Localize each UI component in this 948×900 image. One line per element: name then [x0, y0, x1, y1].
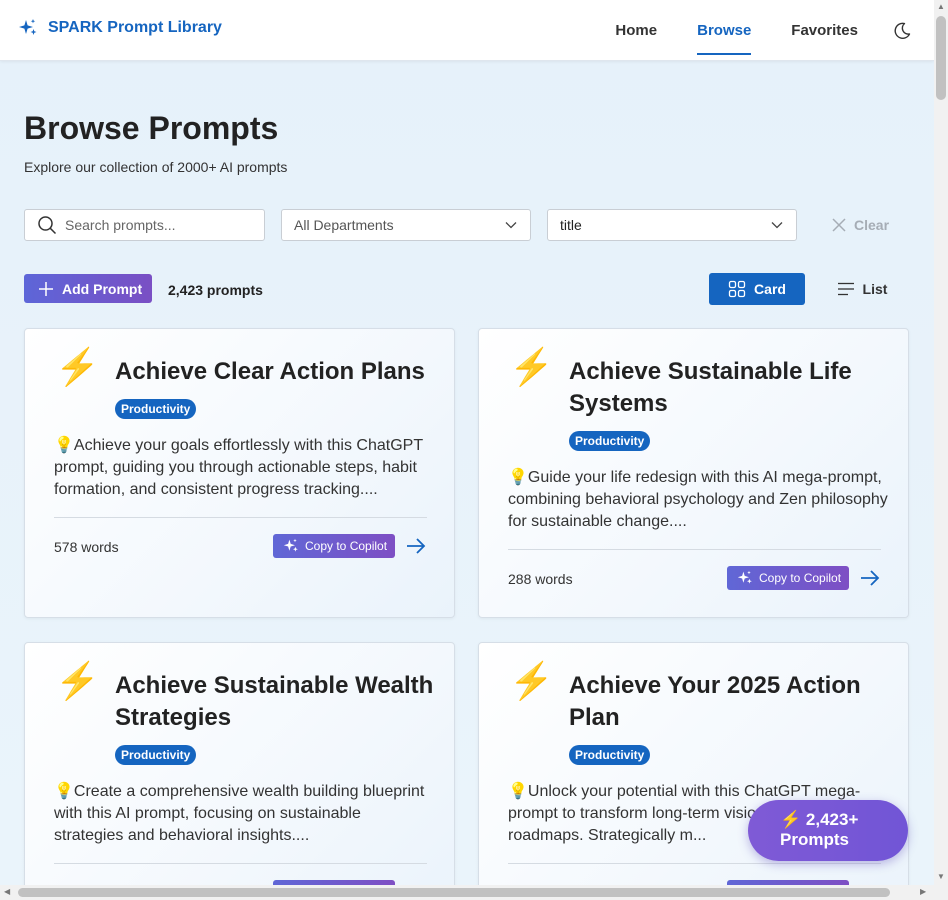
page-subtitle: Explore our collection of 2000+ AI promp…: [24, 159, 288, 175]
category-badge: Productivity: [115, 745, 197, 765]
brand-name: SPARK Prompt Library: [48, 19, 222, 36]
search-field[interactable]: [24, 209, 265, 241]
moon-icon[interactable]: [892, 21, 912, 41]
nav-favorites[interactable]: Favorites: [791, 0, 858, 61]
add-prompt-label: Add Prompt: [62, 280, 143, 297]
copy-label: Copy to Copilot: [305, 539, 388, 553]
prompt-card[interactable]: ⚡ Achieve Sustainable Wealth Strategies …: [24, 642, 455, 900]
main-nav: Home Browse Favorites: [615, 0, 934, 61]
clear-button[interactable]: Clear: [832, 209, 889, 241]
card-description: 💡Achieve your goals effortlessly with th…: [54, 437, 423, 498]
card-title[interactable]: Achieve Sustainable Wealth Strategies: [115, 670, 435, 734]
search-icon: [38, 216, 57, 235]
chevron-down-icon: [771, 222, 783, 229]
card-divider: [508, 549, 881, 550]
nav-browse[interactable]: Browse: [697, 0, 752, 61]
sparkle-icon: [737, 570, 752, 584]
card-description: 💡Guide your life redesign with this AI m…: [508, 469, 888, 530]
top-header: SPARK Prompt Library Home Browse Favorit…: [0, 0, 934, 61]
arrow-right-icon[interactable]: [859, 567, 881, 589]
lightning-icon: ⚡: [55, 346, 100, 387]
copy-to-copilot-button[interactable]: Copy to Copilot: [273, 534, 395, 558]
category-badge: Productivity: [115, 399, 197, 419]
card-divider: [508, 863, 881, 864]
card-divider: [54, 863, 427, 864]
vertical-scroll-thumb[interactable]: [936, 16, 946, 100]
clear-label: Clear: [854, 217, 890, 233]
prompt-count-fab[interactable]: ⚡ 2,423+ Prompts: [748, 800, 908, 861]
list-icon: [837, 282, 854, 296]
chevron-down-icon: [505, 222, 517, 229]
prompt-card[interactable]: ⚡ Achieve Your 2025 Action Plan Producti…: [478, 642, 909, 900]
close-icon: [832, 218, 846, 232]
brand-logo[interactable]: SPARK Prompt Library: [18, 18, 222, 38]
add-prompt-button[interactable]: Add Prompt: [24, 274, 152, 303]
prompt-card[interactable]: ⚡ Achieve Clear Action Plans Productivit…: [24, 328, 455, 618]
scroll-right-arrow[interactable]: ▶: [920, 887, 926, 896]
copy-label: Copy to Copilot: [759, 571, 842, 585]
list-view-button[interactable]: List: [822, 273, 902, 305]
department-value: All Departments: [294, 217, 394, 233]
lightning-icon: ⚡: [509, 346, 554, 387]
search-input[interactable]: [65, 217, 245, 233]
list-view-label: List: [862, 281, 888, 297]
lightning-icon: ⚡: [55, 660, 100, 701]
copy-to-copilot-button[interactable]: Copy to Copilot: [727, 566, 849, 590]
sparkle-icon: [283, 538, 298, 552]
grid-icon: [728, 280, 746, 298]
card-description: 💡Create a comprehensive wealth building …: [54, 783, 425, 844]
vertical-scrollbar[interactable]: ▲ ▼: [934, 0, 948, 885]
arrow-right-icon[interactable]: [405, 535, 427, 557]
sort-select[interactable]: title: [547, 209, 797, 241]
card-title[interactable]: Achieve Sustainable Life Systems: [569, 356, 889, 420]
card-title[interactable]: Achieve Your 2025 Action Plan: [569, 670, 889, 734]
scrollbar-corner: [934, 885, 948, 900]
scroll-down-arrow[interactable]: ▼: [937, 872, 945, 881]
card-view-label: Card: [754, 281, 786, 297]
sparkle-icon: [19, 19, 37, 35]
word-count: 288 words: [508, 571, 573, 587]
sort-value: title: [560, 217, 582, 233]
scroll-left-arrow[interactable]: ◀: [4, 887, 10, 896]
lightning-icon: ⚡: [780, 810, 802, 829]
scroll-up-arrow[interactable]: ▲: [937, 2, 945, 11]
page-title: Browse Prompts: [24, 110, 279, 146]
horizontal-scrollbar[interactable]: ◀ ▶: [0, 885, 934, 900]
card-divider: [54, 517, 427, 518]
card-title[interactable]: Achieve Clear Action Plans: [115, 356, 435, 388]
word-count: 578 words: [54, 539, 119, 555]
nav-home[interactable]: Home: [615, 0, 657, 61]
card-view-button[interactable]: Card: [709, 273, 805, 305]
plus-icon: [39, 281, 53, 296]
category-badge: Productivity: [569, 745, 651, 765]
department-select[interactable]: All Departments: [281, 209, 531, 241]
category-badge: Productivity: [569, 431, 651, 451]
prompt-count: 2,423 prompts: [168, 282, 263, 298]
lightning-icon: ⚡: [509, 660, 554, 701]
prompt-card[interactable]: ⚡ Achieve Sustainable Life Systems Produ…: [478, 328, 909, 618]
horizontal-scroll-thumb[interactable]: [18, 888, 890, 897]
